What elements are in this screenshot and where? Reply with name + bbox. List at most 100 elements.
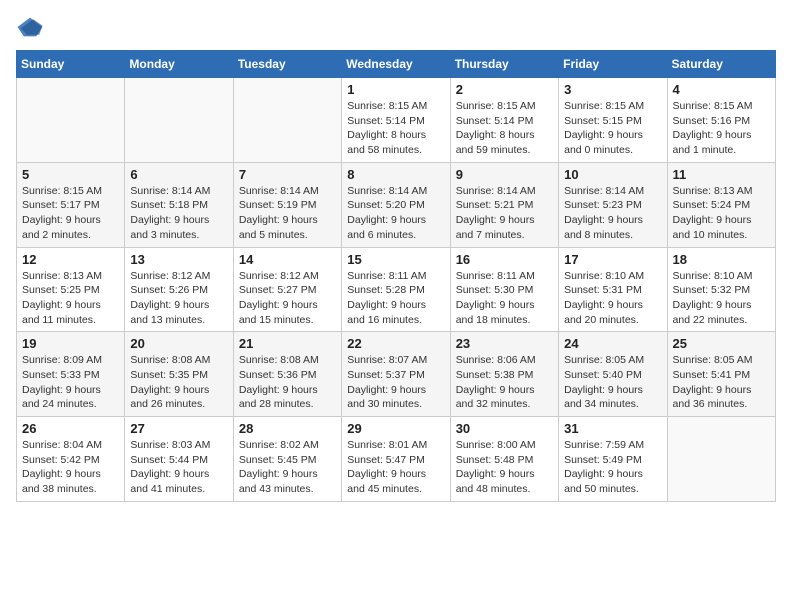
sunrise: Sunrise: 8:11 AM xyxy=(456,270,535,282)
sunrise: Sunrise: 8:10 AM xyxy=(564,270,644,282)
day-number: 4 xyxy=(673,82,770,97)
cell-info: Sunrise: 8:15 AMSunset: 5:14 PMDaylight:… xyxy=(347,99,444,158)
sunset: Sunset: 5:48 PM xyxy=(456,454,534,466)
calendar-cell: 4Sunrise: 8:15 AMSunset: 5:16 PMDaylight… xyxy=(667,78,775,163)
logo-icon xyxy=(16,16,44,38)
sunset: Sunset: 5:44 PM xyxy=(130,454,208,466)
cell-info: Sunrise: 8:14 AMSunset: 5:18 PMDaylight:… xyxy=(130,184,227,243)
sunset: Sunset: 5:14 PM xyxy=(347,115,425,127)
daylight: Daylight: 9 hours and 0 minutes. xyxy=(564,129,643,156)
day-number: 2 xyxy=(456,82,553,97)
calendar-cell: 30Sunrise: 8:00 AMSunset: 5:48 PMDayligh… xyxy=(450,417,558,502)
sunrise: Sunrise: 8:05 AM xyxy=(673,354,753,366)
cell-info: Sunrise: 8:14 AMSunset: 5:21 PMDaylight:… xyxy=(456,184,553,243)
sunset: Sunset: 5:16 PM xyxy=(673,115,751,127)
cell-info: Sunrise: 7:59 AMSunset: 5:49 PMDaylight:… xyxy=(564,438,661,497)
sunset: Sunset: 5:24 PM xyxy=(673,199,751,211)
daylight: Daylight: 9 hours and 7 minutes. xyxy=(456,214,535,241)
header-tuesday: Tuesday xyxy=(233,51,341,78)
sunset: Sunset: 5:36 PM xyxy=(239,369,317,381)
day-number: 20 xyxy=(130,336,227,351)
day-number: 6 xyxy=(130,167,227,182)
daylight: Daylight: 9 hours and 18 minutes. xyxy=(456,299,535,326)
cell-info: Sunrise: 8:13 AMSunset: 5:25 PMDaylight:… xyxy=(22,269,119,328)
day-number: 21 xyxy=(239,336,336,351)
calendar-cell: 8Sunrise: 8:14 AMSunset: 5:20 PMDaylight… xyxy=(342,162,450,247)
header-wednesday: Wednesday xyxy=(342,51,450,78)
cell-info: Sunrise: 8:15 AMSunset: 5:14 PMDaylight:… xyxy=(456,99,553,158)
sunset: Sunset: 5:19 PM xyxy=(239,199,317,211)
sunrise: Sunrise: 8:08 AM xyxy=(130,354,210,366)
calendar-cell: 11Sunrise: 8:13 AMSunset: 5:24 PMDayligh… xyxy=(667,162,775,247)
sunrise: Sunrise: 8:02 AM xyxy=(239,439,319,451)
page-header xyxy=(16,16,776,38)
daylight: Daylight: 8 hours and 58 minutes. xyxy=(347,129,426,156)
calendar-cell xyxy=(125,78,233,163)
calendar-cell: 18Sunrise: 8:10 AMSunset: 5:32 PMDayligh… xyxy=(667,247,775,332)
logo xyxy=(16,16,48,38)
sunset: Sunset: 5:49 PM xyxy=(564,454,642,466)
daylight: Daylight: 9 hours and 1 minute. xyxy=(673,129,752,156)
sunrise: Sunrise: 8:05 AM xyxy=(564,354,644,366)
sunset: Sunset: 5:42 PM xyxy=(22,454,100,466)
daylight: Daylight: 9 hours and 6 minutes. xyxy=(347,214,426,241)
sunset: Sunset: 5:28 PM xyxy=(347,284,425,296)
cell-info: Sunrise: 8:14 AMSunset: 5:20 PMDaylight:… xyxy=(347,184,444,243)
day-number: 28 xyxy=(239,421,336,436)
day-number: 3 xyxy=(564,82,661,97)
cell-info: Sunrise: 8:08 AMSunset: 5:36 PMDaylight:… xyxy=(239,353,336,412)
day-number: 27 xyxy=(130,421,227,436)
sunrise: Sunrise: 8:14 AM xyxy=(564,185,644,197)
sunset: Sunset: 5:33 PM xyxy=(22,369,100,381)
calendar-cell: 19Sunrise: 8:09 AMSunset: 5:33 PMDayligh… xyxy=(17,332,125,417)
day-number: 14 xyxy=(239,252,336,267)
sunrise: Sunrise: 8:15 AM xyxy=(22,185,102,197)
day-number: 7 xyxy=(239,167,336,182)
sunrise: Sunrise: 8:00 AM xyxy=(456,439,536,451)
day-number: 9 xyxy=(456,167,553,182)
calendar-cell: 20Sunrise: 8:08 AMSunset: 5:35 PMDayligh… xyxy=(125,332,233,417)
sunset: Sunset: 5:35 PM xyxy=(130,369,208,381)
header-monday: Monday xyxy=(125,51,233,78)
sunset: Sunset: 5:45 PM xyxy=(239,454,317,466)
calendar-cell: 1Sunrise: 8:15 AMSunset: 5:14 PMDaylight… xyxy=(342,78,450,163)
sunset: Sunset: 5:15 PM xyxy=(564,115,642,127)
day-number: 18 xyxy=(673,252,770,267)
sunset: Sunset: 5:14 PM xyxy=(456,115,534,127)
calendar-cell: 6 Sunrise: 8:14 AMSunset: 5:18 PMDaylight… xyxy=(125,162,233,247)
sunset: Sunset: 5:31 PM xyxy=(564,284,642,296)
sunrise: Sunrise: 7:59 AM xyxy=(564,439,644,451)
calendar-cell: 17Sunrise: 8:10 AMSunset: 5:31 PMDayligh… xyxy=(559,247,667,332)
calendar-cell: 15Sunrise: 8:11 AMSunset: 5:28 PMDayligh… xyxy=(342,247,450,332)
cell-info: Sunrise: 8:07 AMSunset: 5:37 PMDaylight:… xyxy=(347,353,444,412)
daylight: Daylight: 9 hours and 45 minutes. xyxy=(347,468,426,495)
calendar-cell: 25 Sunrise: 8:05 AMSunset: 5:41 PMDayligh… xyxy=(667,332,775,417)
calendar-cell: 22Sunrise: 8:07 AMSunset: 5:37 PMDayligh… xyxy=(342,332,450,417)
sunrise: Sunrise: 8:14 AM xyxy=(456,185,536,197)
header-friday: Friday xyxy=(559,51,667,78)
cell-info: Sunrise: 8:10 AMSunset: 5:31 PMDaylight:… xyxy=(564,269,661,328)
cell-info: Sunrise: 8:12 AMSunset: 5:26 PMDaylight:… xyxy=(130,269,227,328)
sunrise: Sunrise: 8:15 AM xyxy=(456,100,536,112)
cell-info: Sunrise: 8:09 AMSunset: 5:33 PMDaylight:… xyxy=(22,353,119,412)
calendar-cell: 21 Sunrise: 8:08 AMSunset: 5:36 PMDayligh… xyxy=(233,332,341,417)
daylight: Daylight: 9 hours and 3 minutes. xyxy=(130,214,209,241)
calendar-cell: 2Sunrise: 8:15 AMSunset: 5:14 PMDaylight… xyxy=(450,78,558,163)
week-row-5: 26Sunrise: 8:04 AMSunset: 5:42 PMDayligh… xyxy=(17,417,776,502)
day-number: 10 xyxy=(564,167,661,182)
day-number: 25 xyxy=(673,336,770,351)
daylight: Daylight: 9 hours and 5 minutes. xyxy=(239,214,318,241)
calendar-cell: 23Sunrise: 8:06 AMSunset: 5:38 PMDayligh… xyxy=(450,332,558,417)
sunset: Sunset: 5:37 PM xyxy=(347,369,425,381)
calendar-cell: 3Sunrise: 8:15 AMSunset: 5:15 PMDaylight… xyxy=(559,78,667,163)
cell-info: Sunrise: 8:05 AMSunset: 5:41 PMDaylight:… xyxy=(673,353,770,412)
sunset: Sunset: 5:17 PM xyxy=(22,199,100,211)
calendar-cell: 14Sunrise: 8:12 AMSunset: 5:27 PMDayligh… xyxy=(233,247,341,332)
day-number: 24 xyxy=(564,336,661,351)
sunset: Sunset: 5:23 PM xyxy=(564,199,642,211)
cell-info: Sunrise: 8:14 AMSunset: 5:19 PMDaylight:… xyxy=(239,184,336,243)
day-number: 11 xyxy=(673,167,770,182)
cell-info: Sunrise: 8:01 AMSunset: 5:47 PMDaylight:… xyxy=(347,438,444,497)
calendar-cell: 16Sunrise: 8:11 AMSunset: 5:30 PMDayligh… xyxy=(450,247,558,332)
calendar-cell: 28Sunrise: 8:02 AMSunset: 5:45 PMDayligh… xyxy=(233,417,341,502)
